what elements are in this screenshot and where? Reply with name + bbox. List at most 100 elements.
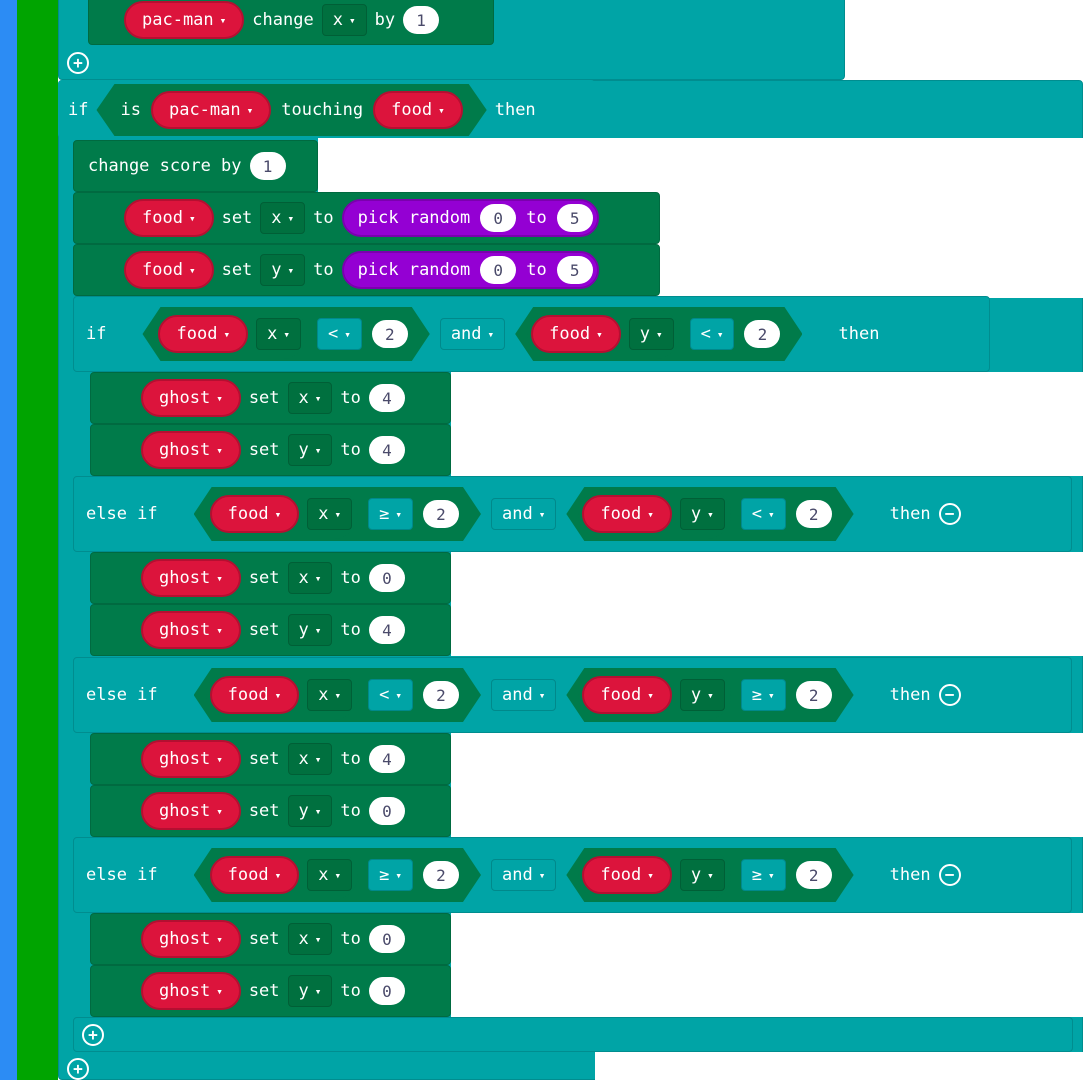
minus-circle-icon[interactable]: −: [938, 684, 961, 706]
operator-dropdown[interactable]: < ▾: [368, 679, 413, 711]
sprite-property-reporter[interactable]: food ▾ x ▾: [205, 489, 359, 539]
random-min-input[interactable]: 0: [480, 256, 517, 284]
property-dropdown[interactable]: x ▾: [287, 562, 333, 594]
sprite-dropdown[interactable]: food ▾: [209, 676, 300, 714]
comparison-b[interactable]: food ▾ y ▾ ≥ ▾ 2: [566, 668, 853, 722]
and-condition[interactable]: food ▾ x ▾ < ▾ 2 and ▾ food ▾ y ▾ ≥ ▾ 2: [166, 668, 882, 722]
property-dropdown[interactable]: y ▾: [260, 254, 306, 286]
property-dropdown[interactable]: x ▾: [307, 498, 353, 530]
comparison-b[interactable]: food ▾ y ▾ < ▾ 2: [566, 487, 853, 541]
plus-circle-icon[interactable]: +: [67, 1058, 89, 1080]
compare-value-input[interactable]: 2: [422, 681, 459, 709]
sprite-dropdown[interactable]: food ▾: [158, 315, 249, 353]
plus-circle-icon[interactable]: +: [67, 52, 89, 74]
sprite-property-reporter[interactable]: food ▾ y ▾: [527, 309, 680, 359]
value-input[interactable]: 4: [368, 745, 405, 773]
sprite-dropdown[interactable]: food ▾: [582, 676, 672, 714]
comparison-a[interactable]: food ▾ x ▾ < ▾ 2: [194, 668, 481, 722]
compare-value-input[interactable]: 2: [795, 681, 832, 709]
plus-circle-icon[interactable]: +: [82, 1024, 104, 1046]
target-dropdown[interactable]: food ▾: [373, 91, 463, 129]
sprite-property-reporter[interactable]: food ▾ x ▾: [205, 670, 359, 720]
value-input[interactable]: 4: [368, 616, 405, 644]
compare-value-input[interactable]: 2: [371, 320, 408, 348]
property-dropdown[interactable]: y ▾: [628, 318, 674, 350]
minus-circle-icon[interactable]: −: [938, 864, 961, 886]
compare-value-input[interactable]: 2: [795, 500, 832, 528]
sprite-dropdown[interactable]: food ▾: [209, 495, 300, 533]
property-dropdown[interactable]: y ▾: [679, 498, 725, 530]
value-input[interactable]: 0: [368, 977, 405, 1005]
compare-value-input[interactable]: 2: [422, 500, 459, 528]
property-dropdown[interactable]: x ▾: [307, 859, 353, 891]
number-input[interactable]: 1: [403, 6, 440, 34]
pick-random-block[interactable]: pick random 0 to 5: [341, 199, 599, 237]
sprite-dropdown[interactable]: ghost ▾: [141, 920, 241, 958]
and-condition[interactable]: food ▾ x ▾ < ▾ 2 and ▾ food ▾ y ▾ < ▾ 2: [114, 307, 830, 361]
sprite-dropdown[interactable]: ghost ▾: [141, 740, 241, 778]
touching-condition[interactable]: is pac-man ▾ touching food ▾: [96, 84, 486, 136]
value-input[interactable]: 0: [368, 564, 405, 592]
sprite-property-reporter[interactable]: food ▾ y ▾: [578, 489, 731, 539]
number-input[interactable]: 1: [249, 152, 286, 180]
property-dropdown[interactable]: y ▾: [679, 679, 725, 711]
sprite-dropdown[interactable]: food ▾: [582, 495, 672, 533]
property-dropdown[interactable]: y ▾: [287, 434, 333, 466]
comparison-a[interactable]: food ▾ x ▾ ≥ ▾ 2: [194, 487, 481, 541]
sprite-property-reporter[interactable]: food ▾ x ▾: [154, 309, 307, 359]
pick-random-block[interactable]: pick random 0 to 5: [341, 251, 599, 289]
property-dropdown[interactable]: x ▾: [287, 743, 333, 775]
comparison-b[interactable]: food ▾ y ▾ < ▾ 2: [515, 307, 802, 361]
sprite-dropdown[interactable]: food ▾: [531, 315, 621, 353]
and-condition[interactable]: food ▾ x ▾ ≥ ▾ 2 and ▾ food ▾ y ▾ < ▾ 2: [166, 487, 882, 541]
property-dropdown[interactable]: x ▾: [321, 4, 367, 36]
sprite-dropdown[interactable]: food ▾: [124, 199, 214, 237]
compare-value-input[interactable]: 2: [422, 861, 459, 889]
sprite-property-reporter[interactable]: food ▾ y ▾: [578, 670, 731, 720]
operator-dropdown[interactable]: < ▾: [689, 318, 735, 350]
sprite-dropdown[interactable]: pac-man ▾: [124, 1, 245, 39]
property-dropdown[interactable]: x ▾: [260, 202, 306, 234]
value-input[interactable]: 4: [368, 384, 405, 412]
property-dropdown[interactable]: y ▾: [287, 795, 333, 827]
random-max-input[interactable]: 5: [556, 256, 593, 284]
operator-dropdown[interactable]: ≥ ▾: [368, 498, 413, 530]
sprite-dropdown[interactable]: food ▾: [582, 856, 672, 894]
property-dropdown[interactable]: y ▾: [679, 859, 725, 891]
sprite-dropdown[interactable]: ghost ▾: [141, 431, 241, 469]
minus-circle-icon[interactable]: −: [938, 503, 961, 525]
comparison-a[interactable]: food ▾ x ▾ ≥ ▾ 2: [194, 848, 481, 902]
logic-dropdown[interactable]: and ▾: [490, 498, 557, 530]
operator-dropdown[interactable]: ≥ ▾: [368, 859, 413, 891]
and-condition[interactable]: food ▾ x ▾ ≥ ▾ 2 and ▾ food ▾ y ▾ ≥ ▾ 2: [166, 848, 882, 902]
comparison-a[interactable]: food ▾ x ▾ < ▾ 2: [142, 307, 429, 361]
sprite-dropdown[interactable]: food ▾: [209, 856, 300, 894]
compare-value-input[interactable]: 2: [795, 861, 832, 889]
property-dropdown[interactable]: x ▾: [287, 382, 333, 414]
sprite-dropdown[interactable]: ghost ▾: [141, 379, 241, 417]
sprite-dropdown[interactable]: pac-man ▾: [150, 91, 272, 129]
sprite-dropdown[interactable]: ghost ▾: [141, 972, 241, 1010]
sprite-dropdown[interactable]: food ▾: [124, 251, 214, 289]
property-dropdown[interactable]: x ▾: [287, 923, 333, 955]
operator-dropdown[interactable]: ≥ ▾: [740, 679, 786, 711]
operator-dropdown[interactable]: < ▾: [316, 318, 362, 350]
logic-dropdown[interactable]: and ▾: [439, 318, 506, 350]
sprite-dropdown[interactable]: ghost ▾: [141, 611, 241, 649]
property-dropdown[interactable]: y ▾: [287, 614, 333, 646]
logic-dropdown[interactable]: and ▾: [490, 859, 557, 891]
sprite-property-reporter[interactable]: food ▾ x ▾: [205, 850, 359, 900]
property-dropdown[interactable]: y ▾: [287, 975, 333, 1007]
compare-value-input[interactable]: 2: [744, 320, 781, 348]
property-dropdown[interactable]: x ▾: [307, 679, 353, 711]
random-min-input[interactable]: 0: [480, 204, 517, 232]
sprite-dropdown[interactable]: ghost ▾: [141, 792, 241, 830]
operator-dropdown[interactable]: < ▾: [740, 498, 786, 530]
value-input[interactable]: 4: [368, 436, 405, 464]
random-max-input[interactable]: 5: [556, 204, 593, 232]
value-input[interactable]: 0: [368, 925, 405, 953]
comparison-b[interactable]: food ▾ y ▾ ≥ ▾ 2: [566, 848, 853, 902]
sprite-dropdown[interactable]: ghost ▾: [141, 559, 241, 597]
sprite-property-reporter[interactable]: food ▾ y ▾: [578, 850, 731, 900]
value-input[interactable]: 0: [368, 797, 405, 825]
